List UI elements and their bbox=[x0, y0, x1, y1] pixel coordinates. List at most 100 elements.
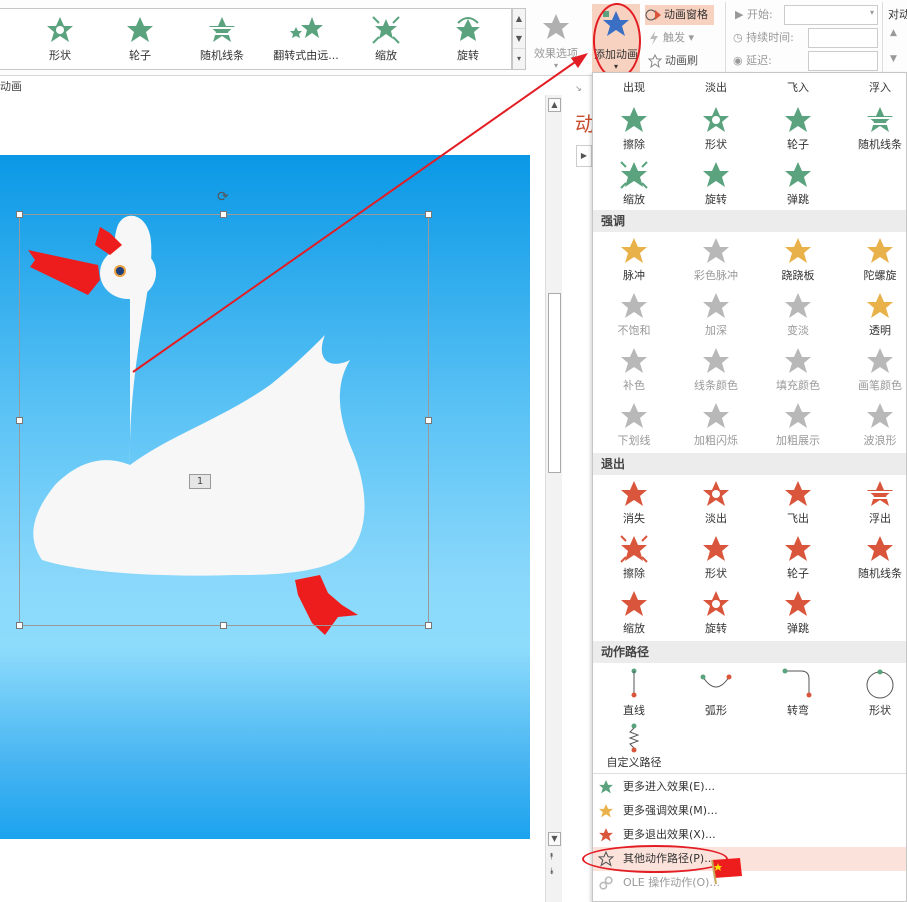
effect-item[interactable]: 变淡 bbox=[757, 291, 839, 345]
effect-label: 旋转 bbox=[705, 193, 727, 206]
effect-item[interactable]: 随机线条 bbox=[839, 534, 906, 588]
effect-label: 轮子 bbox=[787, 138, 809, 151]
gallery-shape[interactable]: 形状 bbox=[20, 13, 100, 67]
selection-frame[interactable] bbox=[19, 214, 429, 626]
menu-item-label: 更多退出效果(X)... bbox=[623, 828, 716, 841]
animation-order-tag[interactable]: 1 bbox=[189, 474, 211, 489]
effect-item[interactable]: 轮子 bbox=[757, 105, 839, 159]
gallery-wheel[interactable]: 轮子 bbox=[100, 13, 180, 67]
motion-path-item[interactable]: 直线 bbox=[593, 667, 675, 721]
effect-star-icon bbox=[867, 481, 893, 506]
effect-item[interactable]: 浮出 bbox=[839, 479, 906, 533]
gallery-zoom[interactable]: 缩放 bbox=[346, 13, 426, 67]
dialog-launcher-icon[interactable]: ↘ bbox=[575, 84, 582, 93]
effect-item[interactable]: 浮入 bbox=[839, 78, 906, 96]
resize-handle[interactable] bbox=[425, 211, 432, 218]
effect-item[interactable]: 加粗展示 bbox=[757, 401, 839, 455]
ole-action-verbs-item[interactable]: OLE 操作动作(O)... bbox=[593, 871, 906, 895]
effect-item[interactable]: 填充颜色 bbox=[757, 346, 839, 400]
resize-handle[interactable] bbox=[425, 622, 432, 629]
effect-item[interactable]: 擦除 bbox=[593, 105, 675, 159]
more-entrance-effects-item[interactable]: 更多进入效果(E)... bbox=[593, 775, 906, 799]
next-slide-icon[interactable]: ⯯ bbox=[549, 867, 554, 877]
effect-item[interactable]: 彩色脉冲 bbox=[675, 236, 757, 290]
gallery-scroll[interactable]: ▲ ▼ ▾ bbox=[512, 8, 526, 70]
effect-item[interactable]: 出现 bbox=[593, 78, 675, 96]
reorder-up-icon[interactable]: ▲ bbox=[890, 28, 897, 38]
effect-item[interactable]: 旋转 bbox=[675, 589, 757, 643]
more-exit-effects-item[interactable]: 更多退出效果(X)... bbox=[593, 823, 906, 847]
effect-item[interactable]: 缩放 bbox=[593, 160, 675, 214]
painter-star-icon bbox=[647, 53, 663, 69]
duration-field[interactable] bbox=[808, 28, 878, 48]
prev-slide-icon[interactable]: ⯭ bbox=[549, 852, 554, 862]
resize-handle[interactable] bbox=[220, 211, 227, 218]
effect-item[interactable]: 飞出 bbox=[757, 479, 839, 533]
effect-item[interactable]: 透明 bbox=[839, 291, 906, 345]
slide[interactable]: ⟳ 1 bbox=[0, 155, 530, 839]
effect-item[interactable]: 随机线条 bbox=[839, 105, 906, 159]
animation-pane-button[interactable]: 动画窗格 bbox=[645, 5, 714, 25]
effect-item[interactable]: 擦除 bbox=[593, 534, 675, 588]
effect-item[interactable]: 画笔颜色 bbox=[839, 346, 906, 400]
motion-path-item[interactable]: 弧形 bbox=[675, 667, 757, 721]
effect-item[interactable]: 弹跳 bbox=[757, 160, 839, 214]
effect-item[interactable]: 消失 bbox=[593, 479, 675, 533]
gallery-spin[interactable]: 旋转 bbox=[428, 13, 508, 67]
gallery-flip[interactable]: 翻转式由远... bbox=[266, 13, 346, 67]
delay-field[interactable] bbox=[808, 51, 878, 71]
animation-gallery: 形状 轮子 随机线条 翻转式由远... 缩放 旋转 bbox=[0, 8, 512, 70]
effect-options-button[interactable]: 效果选项 ▾ bbox=[528, 8, 584, 72]
effect-item[interactable]: 陀螺旋 bbox=[839, 236, 906, 290]
gallery-up-icon[interactable]: ▲ bbox=[513, 9, 525, 29]
effect-item[interactable]: 补色 bbox=[593, 346, 675, 400]
effect-item[interactable]: 波浪形 bbox=[839, 401, 906, 455]
effect-item[interactable]: 飞入 bbox=[757, 78, 839, 96]
effect-item[interactable]: 不饱和 bbox=[593, 291, 675, 345]
resize-handle[interactable] bbox=[425, 417, 432, 424]
effect-item[interactable]: 弹跳 bbox=[757, 589, 839, 643]
play-icon[interactable]: ▶ bbox=[576, 145, 592, 167]
effect-item[interactable]: 形状 bbox=[675, 105, 757, 159]
gallery-more-icon[interactable]: ▾ bbox=[513, 49, 525, 69]
gallery-down-icon[interactable]: ▼ bbox=[513, 29, 525, 49]
animation-painter-button[interactable]: 动画刷 bbox=[647, 51, 698, 71]
effect-label: 陀螺旋 bbox=[863, 269, 897, 282]
random-bars-star-icon bbox=[209, 17, 235, 42]
trigger-button[interactable]: 触发 ▾ bbox=[648, 28, 694, 48]
effect-item[interactable]: 旋转 bbox=[675, 160, 757, 214]
effect-item[interactable]: 加粗闪烁 bbox=[675, 401, 757, 455]
resize-handle[interactable] bbox=[16, 622, 23, 629]
effect-label: 自定义路径 bbox=[606, 756, 662, 769]
effect-item[interactable]: 形状 bbox=[675, 534, 757, 588]
effect-item[interactable]: 轮子 bbox=[757, 534, 839, 588]
motion-path-item[interactable]: 转弯 bbox=[757, 667, 839, 721]
effect-item[interactable]: 淡出 bbox=[675, 479, 757, 533]
gallery-random-bars[interactable]: 随机线条 bbox=[182, 13, 262, 67]
effect-item[interactable]: 缩放 bbox=[593, 589, 675, 643]
resize-handle[interactable] bbox=[220, 622, 227, 629]
effect-item[interactable]: 脉冲 bbox=[593, 236, 675, 290]
effect-label: 直线 bbox=[623, 704, 645, 717]
rotate-handle-icon[interactable]: ⟳ bbox=[217, 189, 229, 205]
motion-path-item[interactable]: 自定义路径 bbox=[593, 723, 675, 777]
resize-handle[interactable] bbox=[16, 211, 23, 218]
effect-item[interactable]: 加深 bbox=[675, 291, 757, 345]
scroll-down-icon[interactable]: ▼ bbox=[548, 832, 561, 846]
effect-item[interactable]: 下划线 bbox=[593, 401, 675, 455]
slide-scrollbar[interactable]: ▲ ▼ ⯭ ⯯ bbox=[545, 95, 562, 902]
resize-handle[interactable] bbox=[16, 417, 23, 424]
duration-text: 持续时间: bbox=[746, 31, 794, 44]
reorder-down-icon[interactable]: ▼ bbox=[890, 54, 897, 64]
motion-path-icon bbox=[631, 668, 637, 698]
effect-item[interactable]: 线条颜色 bbox=[675, 346, 757, 400]
scroll-up-icon[interactable]: ▲ bbox=[548, 98, 561, 112]
more-emphasis-effects-item[interactable]: 更多强调效果(M)... bbox=[593, 799, 906, 823]
effect-label: 轮子 bbox=[787, 567, 809, 580]
start-select[interactable]: ▾ bbox=[784, 5, 878, 25]
motion-path-item[interactable]: 形状 bbox=[839, 667, 906, 721]
effect-item[interactable]: 跷跷板 bbox=[757, 236, 839, 290]
scroll-thumb[interactable] bbox=[548, 293, 561, 473]
lightning-icon bbox=[650, 31, 658, 45]
effect-item[interactable]: 淡出 bbox=[675, 78, 757, 96]
